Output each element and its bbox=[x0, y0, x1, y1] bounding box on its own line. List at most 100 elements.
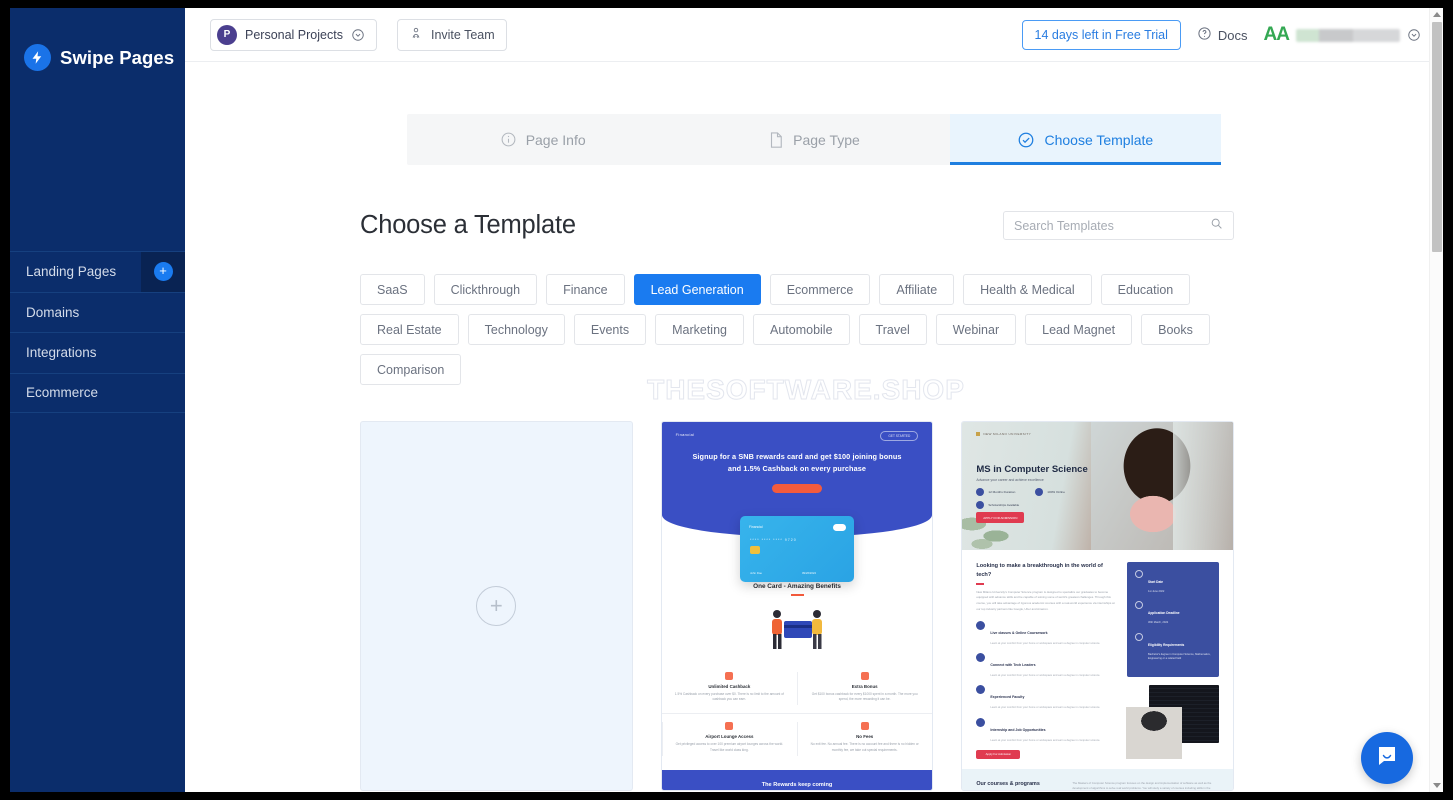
cashback-icon bbox=[725, 671, 734, 680]
lightning-bolt-icon bbox=[24, 44, 51, 71]
chip-saas[interactable]: SaaS bbox=[360, 274, 425, 305]
preview-footer: The Rewards keep coming We have partnere… bbox=[661, 769, 933, 790]
chip-events[interactable]: Events bbox=[573, 314, 647, 345]
bullet-desc: Learn at your comfort from your home or … bbox=[990, 738, 1101, 742]
airport-icon bbox=[725, 722, 734, 731]
chip-lead-generation[interactable]: Lead Generation bbox=[633, 274, 761, 305]
search-input[interactable] bbox=[1014, 218, 1210, 233]
bullet-title: Live classes & Online Coursework bbox=[990, 631, 1048, 636]
feature-label: Scholarships Available bbox=[988, 503, 1020, 507]
chip-comparison[interactable]: Comparison bbox=[360, 354, 462, 385]
template-card-finance[interactable]: Financial GET STARTED Signup for a SNB r… bbox=[660, 421, 934, 791]
preview-vr-image bbox=[1126, 706, 1183, 759]
sidebar-item-landing-pages[interactable]: Landing Pages + bbox=[10, 251, 185, 292]
benefit-desc: No exit fee. No annual fee. There is no … bbox=[810, 742, 919, 752]
invite-team-button[interactable]: Invite Team bbox=[396, 18, 507, 51]
sidebar-item-integrations[interactable]: Integrations bbox=[10, 332, 185, 373]
main-panel: P Personal Projects Invite Team 14 days … bbox=[185, 8, 1443, 792]
user-menu[interactable]: AA bbox=[1264, 24, 1421, 46]
plus-circle-icon[interactable]: + bbox=[476, 586, 517, 626]
scroll-up-arrow-icon[interactable] bbox=[1433, 12, 1441, 17]
add-landing-page-zone[interactable]: + bbox=[141, 252, 185, 292]
chip-finance[interactable]: Finance bbox=[546, 274, 625, 305]
chip-webinar[interactable]: Webinar bbox=[935, 314, 1017, 345]
preview-underline bbox=[790, 594, 804, 596]
preview-card-chip bbox=[750, 546, 760, 554]
preview-headline: Signup for a SNB rewards card and get $1… bbox=[692, 452, 902, 474]
feature-label: 12 Months Duration bbox=[988, 490, 1016, 494]
tab-page-type[interactable]: Page Type bbox=[678, 114, 949, 165]
benefit-title: Airport Lounge Access bbox=[705, 734, 754, 740]
preview-bullet: Experienced Faculty Learn at your comfort… bbox=[976, 685, 1117, 710]
bullet-desc: Learn at your comfort from your home or … bbox=[990, 706, 1101, 710]
free-trial-button[interactable]: 14 days left in Free Trial bbox=[1021, 20, 1181, 50]
sidebar-item-domains[interactable]: Domains bbox=[10, 291, 185, 333]
sidebar-item-ecommerce[interactable]: Ecommerce bbox=[10, 372, 185, 413]
preview-courses-section: Our courses & programs The Masters of Co… bbox=[962, 768, 1234, 790]
bonus-icon bbox=[860, 671, 869, 680]
preview-benefits-title: One Card - Amazing Benefits bbox=[753, 583, 841, 590]
chat-bubble-icon bbox=[1375, 744, 1399, 773]
chip-books[interactable]: Books bbox=[1141, 314, 1210, 345]
benefit-desc: Get privileged access to over 100 premiu… bbox=[675, 742, 784, 752]
preview-bullet: Internship and Job Opportunities Learn at… bbox=[976, 717, 1117, 743]
chevron-down-circle-icon[interactable] bbox=[351, 28, 365, 42]
benefit-title: Extra Bonus bbox=[851, 683, 878, 689]
chip-education[interactable]: Education bbox=[1100, 274, 1191, 305]
plus-icon[interactable]: + bbox=[153, 262, 173, 282]
calendar-icon bbox=[1135, 570, 1144, 578]
chevron-down-circle-icon[interactable] bbox=[1407, 28, 1421, 42]
preview-info-row: Eligibility Requirements Bachelor's degre… bbox=[1135, 632, 1211, 662]
scroll-down-arrow-icon[interactable] bbox=[1433, 783, 1441, 788]
chip-health-medical[interactable]: Health & Medical bbox=[963, 274, 1092, 305]
scrollbar-thumb[interactable] bbox=[1432, 22, 1442, 252]
question-circle-icon bbox=[1197, 26, 1212, 44]
chip-technology[interactable]: Technology bbox=[467, 314, 565, 345]
preview-bullet: Connect with Tech Leaders Learn at your c… bbox=[976, 653, 1117, 678]
brand[interactable]: Swipe Pages bbox=[10, 8, 185, 71]
preview-feature: 12 Months Duration bbox=[976, 488, 1019, 496]
faculty-icon bbox=[976, 685, 986, 695]
tab-page-info[interactable]: Page Info bbox=[407, 114, 678, 165]
project-selector[interactable]: P Personal Projects bbox=[210, 18, 377, 51]
page-scrollbar[interactable] bbox=[1429, 8, 1443, 792]
people-icon bbox=[409, 26, 423, 43]
topbar-right: 14 days left in Free Trial Docs AA bbox=[1021, 8, 1421, 62]
preview-illustration bbox=[662, 600, 933, 660]
preview-card-holder: John Doe bbox=[750, 571, 762, 575]
preview-info-row: Application Deadline 30th March, 2022 bbox=[1135, 601, 1211, 625]
chip-travel[interactable]: Travel bbox=[858, 314, 927, 345]
template-card-blank[interactable]: + bbox=[360, 421, 633, 791]
chip-automobile[interactable]: Automobile bbox=[752, 314, 850, 345]
app-root: Swipe Pages Landing Pages + Domains Inte… bbox=[0, 0, 1453, 800]
docs-link[interactable]: Docs bbox=[1197, 26, 1248, 44]
preview-hero-gradient bbox=[1173, 422, 1234, 550]
template-card-education[interactable]: NEW MILANO UNIVERSITY MS in Computer Sci… bbox=[961, 421, 1235, 791]
chip-affiliate[interactable]: Affiliate bbox=[879, 274, 955, 305]
tab-choose-template[interactable]: Choose Template bbox=[949, 114, 1222, 165]
search-templates-box[interactable] bbox=[1003, 211, 1234, 240]
chip-real-estate[interactable]: Real Estate bbox=[360, 314, 459, 345]
chip-ecommerce[interactable]: Ecommerce bbox=[769, 274, 871, 305]
preview-benefit-grid: Unlimited Cashback 1.5% Cashback on ever… bbox=[661, 664, 933, 764]
preview-feature: 100% Online bbox=[1035, 488, 1065, 496]
docs-label: Docs bbox=[1217, 27, 1248, 43]
briefcase-icon bbox=[976, 717, 986, 727]
chip-lead-magnet[interactable]: Lead Magnet bbox=[1025, 314, 1133, 345]
chip-marketing[interactable]: Marketing bbox=[655, 314, 744, 345]
preview-headline: MS in Computer Science bbox=[976, 464, 1088, 475]
preview-info-row: Start Date 1st June 2022 bbox=[1135, 570, 1211, 594]
preview-benefit-item: Extra Bonus Get $100 bonus cashback for … bbox=[797, 664, 932, 714]
tab-label: Choose Template bbox=[1044, 131, 1154, 148]
search-icon[interactable] bbox=[1210, 217, 1223, 235]
info-value: 1st June 2022 bbox=[1148, 590, 1165, 593]
bullet-desc: Learn at your comfort from your home or … bbox=[990, 674, 1101, 678]
free-trial-label: 14 days left in Free Trial bbox=[1034, 28, 1168, 42]
bullet-title: Connect with Tech Leaders bbox=[990, 663, 1036, 668]
info-title: Application Deadline bbox=[1148, 611, 1180, 616]
info-circle-icon bbox=[500, 131, 517, 148]
chip-clickthrough[interactable]: Clickthrough bbox=[433, 274, 538, 305]
chat-widget-button[interactable] bbox=[1361, 732, 1413, 784]
topbar: P Personal Projects Invite Team 14 days … bbox=[185, 8, 1443, 62]
preview-body-right: Start Date 1st June 2022 Application Dead… bbox=[1126, 562, 1220, 759]
